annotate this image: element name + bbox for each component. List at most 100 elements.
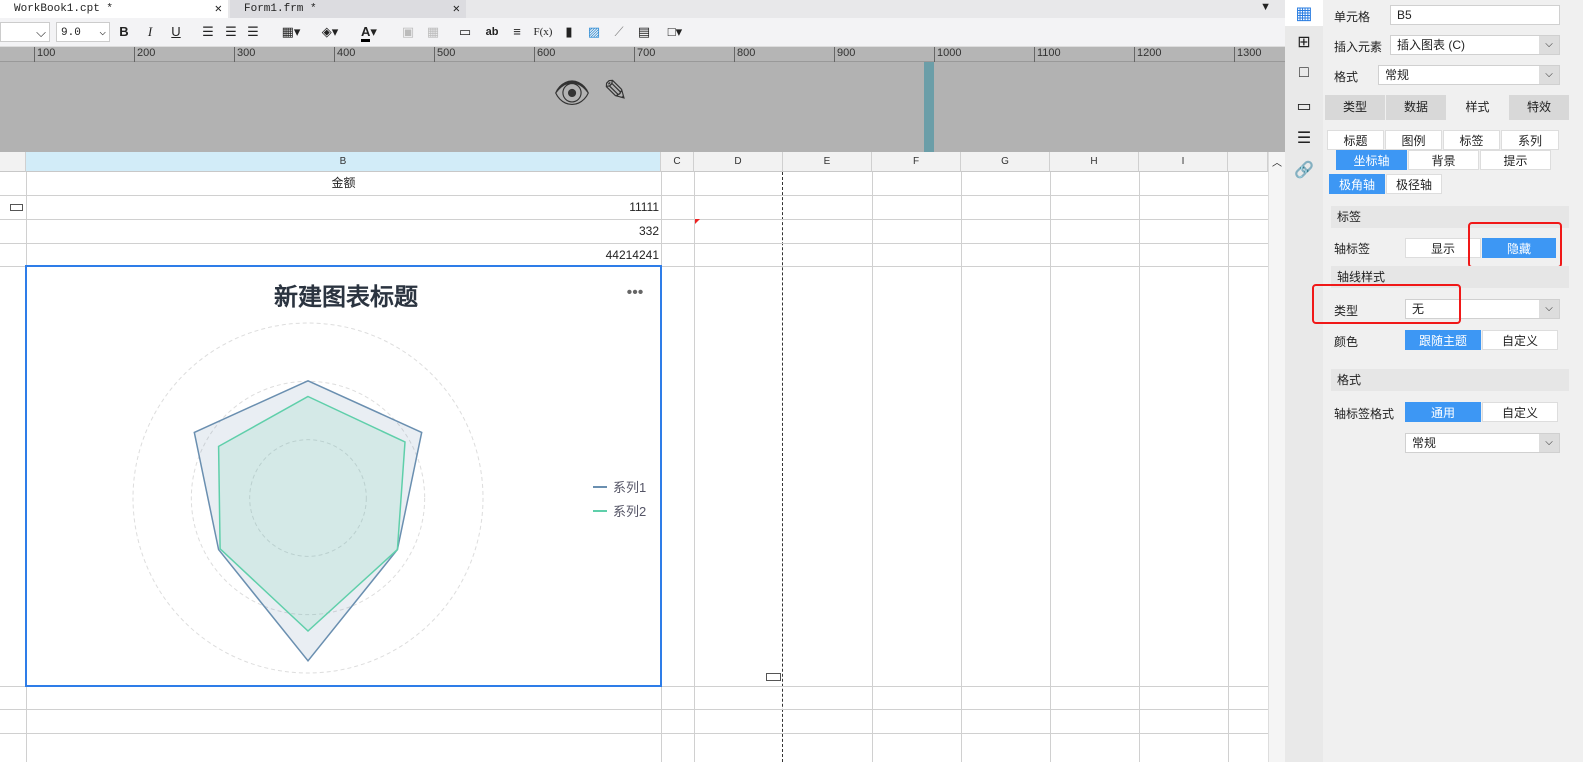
tab-bar: WorkBook1.cpt * ✕ Form1.frm * ✕ ▼ [0, 0, 1285, 18]
tab-form[interactable]: Form1.frm * ✕ [230, 0, 466, 18]
align-left-icon[interactable]: ☰ [200, 22, 216, 42]
italic-button[interactable]: I [142, 22, 158, 42]
chart-title: 新建图表标题 [274, 283, 418, 311]
follow-theme-button[interactable]: 跟随主题 [1405, 330, 1481, 350]
cell-b1[interactable]: 金额 [26, 172, 661, 195]
column-header-i[interactable]: I [1139, 152, 1228, 172]
ruler-label: 400 [334, 47, 355, 62]
corner-header [0, 152, 26, 172]
radar-series-2[interactable] [217, 395, 406, 633]
ruler-label: 800 [734, 47, 755, 62]
text-color-button[interactable]: A▾ [353, 22, 385, 42]
row-marker-icon [10, 204, 23, 211]
unmerge-icon[interactable]: ▦ [425, 22, 441, 42]
close-icon[interactable]: ✕ [453, 0, 460, 18]
column-header-b[interactable]: B [26, 152, 661, 172]
column-header-f[interactable]: F [872, 152, 961, 172]
column-header-c[interactable]: C [661, 152, 694, 172]
slash-icon[interactable]: ⟋ [610, 22, 628, 42]
eye-slash-icon[interactable]: 👁 [553, 76, 591, 111]
widget-icon[interactable]: □ [1285, 64, 1323, 82]
layout-icon[interactable]: ☰ [1285, 128, 1323, 148]
polar-radius-axis-tab[interactable]: 极径轴 [1386, 174, 1442, 194]
tab-style[interactable]: 样式 [1447, 95, 1508, 120]
chevron-down-icon[interactable]: ⌵ [1539, 434, 1559, 452]
paragraph-icon[interactable]: ≡ [508, 22, 526, 42]
subtab-label[interactable]: 标签 [1443, 130, 1500, 150]
subreport-icon[interactable]: ▤ [635, 22, 653, 42]
cell-b2[interactable]: 11111 [26, 196, 661, 219]
custom-format-button[interactable]: 自定义 [1482, 402, 1558, 422]
highlight-box [1312, 284, 1461, 324]
subtab-series[interactable]: 系列 [1501, 130, 1559, 150]
vertical-scrollbar[interactable]: ︿ [1268, 152, 1285, 762]
cell-info-icon[interactable]: ⊞ [1285, 32, 1323, 52]
bold-button[interactable]: B [116, 22, 132, 42]
ruler-label: 100 [34, 47, 55, 62]
ruler-label: 500 [434, 47, 455, 62]
subtab-legend[interactable]: 图例 [1385, 130, 1442, 150]
ruler-label: 1200 [1134, 47, 1161, 62]
underline-button[interactable]: U [168, 22, 184, 42]
column-header-e[interactable]: E [783, 152, 872, 172]
subtab-background[interactable]: 背景 [1408, 150, 1479, 170]
ruler-label: 1100 [1034, 47, 1061, 62]
chart-icon[interactable]: ▮ [560, 22, 578, 42]
subtab-axis[interactable]: 坐标轴 [1336, 150, 1407, 170]
dropdown-widget-icon[interactable]: ▭ [1285, 96, 1323, 116]
align-center-icon[interactable]: ☰ [223, 22, 239, 42]
column-header-g[interactable]: G [961, 152, 1050, 172]
merge-icon[interactable]: ▣ [400, 22, 416, 42]
image-icon[interactable]: ▨ [585, 22, 603, 42]
tab-data[interactable]: 数据 [1386, 95, 1446, 120]
align-right-icon[interactable]: ☰ [245, 22, 261, 42]
menu-icon[interactable]: ▼ [1260, 1, 1271, 13]
legend-item[interactable]: 系列2 [613, 504, 646, 519]
format-type-select[interactable]: 常规 ⌵ [1405, 433, 1560, 453]
more-icon[interactable]: ••• [627, 284, 644, 301]
cell-input[interactable]: B5 [1390, 5, 1560, 25]
cell-b3[interactable]: 332 [26, 220, 661, 243]
axis-format-label: 轴标签格式 [1334, 407, 1395, 421]
cell-b4[interactable]: 44214241 [26, 244, 661, 267]
text-field-icon[interactable]: ▭ [456, 22, 474, 42]
tab-effect[interactable]: 特效 [1509, 95, 1569, 120]
spreadsheet-grid[interactable]: B C D E F G H I 金额 11111 332 44214241 新建… [0, 152, 1285, 762]
section-format[interactable]: 格式 [1331, 369, 1569, 391]
chevron-down-icon[interactable]: ⌵ [1539, 36, 1559, 54]
close-icon[interactable]: ✕ [215, 0, 222, 18]
custom-color-button[interactable]: 自定义 [1482, 330, 1558, 350]
column-header-h[interactable]: H [1050, 152, 1139, 172]
fill-color-icon[interactable]: ◈▾ [315, 22, 345, 42]
ab-icon[interactable]: ab [483, 22, 501, 42]
font-select[interactable]: ⌵ [0, 22, 50, 42]
chart-container[interactable]: 新建图表标题 ••• 系列1 系列2 [25, 265, 662, 687]
formula-icon[interactable]: F(x) [532, 22, 554, 42]
tab-type[interactable]: 类型 [1325, 95, 1385, 120]
cell-properties-icon[interactable]: ▦ [1285, 0, 1323, 26]
insert-value: 插入图表 (C) [1397, 38, 1465, 52]
chevron-down-icon[interactable]: ⌵ [1539, 300, 1559, 318]
ruler-label: 600 [534, 47, 555, 62]
column-header-d[interactable]: D [694, 152, 783, 172]
general-button[interactable]: 通用 [1405, 402, 1481, 422]
font-size-select[interactable]: 9.0 ⌵ [56, 22, 110, 42]
scroll-up-icon[interactable]: ︿ [1272, 154, 1282, 169]
cell-border-icon[interactable]: □▾ [662, 22, 688, 42]
split-handle[interactable] [924, 62, 934, 152]
ruler: 100 200 300 400 500 600 700 800 900 1000 1100 1200 1… [0, 47, 1285, 62]
legend-item[interactable]: 系列1 [613, 480, 646, 495]
pencil-icon[interactable]: ✎ [603, 74, 628, 109]
subtab-tooltip[interactable]: 提示 [1480, 150, 1551, 170]
section-title: 轴线样式 [1337, 270, 1386, 284]
chevron-down-icon[interactable]: ⌵ [1539, 66, 1559, 84]
insert-select[interactable]: 插入图表 (C) ⌵ [1390, 35, 1560, 55]
subtab-title[interactable]: 标题 [1327, 130, 1384, 150]
color-label: 颜色 [1334, 335, 1359, 349]
polar-angle-axis-tab[interactable]: 极角轴 [1329, 174, 1385, 194]
border-icon[interactable]: ▦▾ [276, 22, 306, 42]
text-color-label: A [361, 24, 371, 42]
tab-workbook[interactable]: WorkBook1.cpt * ✕ [0, 0, 228, 18]
link-icon[interactable]: 🔗 [1285, 160, 1323, 180]
format-select[interactable]: 常规 ⌵ [1378, 65, 1560, 85]
